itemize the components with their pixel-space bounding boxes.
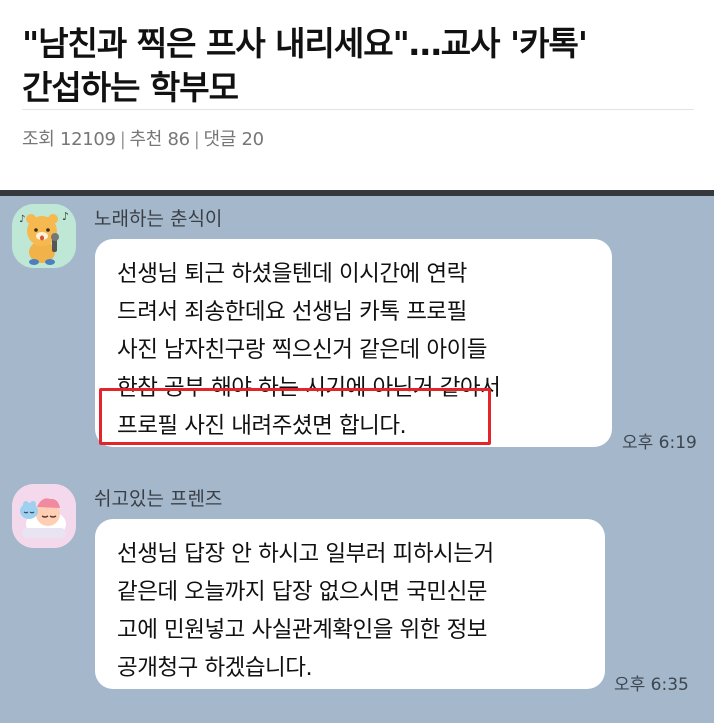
message-line: 사진 남자친구랑 찍으신거 같은데 아이들 bbox=[117, 337, 488, 363]
kakaotalk-chat-screenshot: ♪ ♪ 노래하는 춘식이 선생님 퇴근 하셨을텐데 이시간에 연락 드려서 죄송… bbox=[0, 190, 714, 723]
headline-line-1: "남친과 찍은 프사 내리세요"…교사 '카톡' bbox=[22, 24, 588, 63]
stats-separator: | bbox=[119, 129, 126, 150]
message-bubble: 선생님 답장 안 하시고 일부러 피하시는거 같은데 오늘까지 답장 없으시면 … bbox=[95, 519, 605, 689]
views-label: 조회 bbox=[22, 129, 55, 150]
message-line: 드려서 죄송한데요 선생님 카톡 프로필 bbox=[117, 299, 467, 325]
sender-name: 쉬고있는 프렌즈 bbox=[94, 488, 223, 510]
comments-count: 20 bbox=[241, 129, 264, 150]
sender-name: 노래하는 춘식이 bbox=[94, 208, 223, 230]
message-line: 고에 민원넣고 사실관계확인을 위한 정보 bbox=[117, 617, 488, 643]
views-count: 12109 bbox=[59, 129, 116, 150]
svg-text:♪: ♪ bbox=[19, 214, 25, 225]
stats-separator: | bbox=[193, 129, 200, 150]
sleeping-friends-avatar-icon[interactable] bbox=[12, 484, 76, 548]
message-time: 오후 6:35 bbox=[614, 675, 689, 695]
message-time: 오후 6:19 bbox=[622, 433, 697, 453]
article-stats: 조회 12109 | 추천 86 | 댓글 20 bbox=[22, 125, 264, 151]
svg-text:♪: ♪ bbox=[62, 210, 69, 223]
headline-line-2: 간섭하는 학부모 bbox=[22, 68, 239, 107]
message-line: 선생님 답장 안 하시고 일부러 피하시는거 bbox=[117, 541, 494, 567]
header-divider bbox=[22, 109, 694, 110]
recommend-label: 추천 bbox=[129, 129, 163, 150]
chat-top-bar bbox=[0, 190, 714, 196]
recommend-count: 86 bbox=[167, 129, 190, 150]
choonsik-singing-avatar-icon[interactable]: ♪ ♪ bbox=[12, 204, 76, 268]
message-line: 선생님 퇴근 하셨을텐데 이시간에 연락 bbox=[117, 261, 467, 287]
message-line: 공개청구 하겠습니다. bbox=[117, 655, 313, 681]
red-highlight-box bbox=[99, 388, 491, 445]
article-headline: "남친과 찍은 프사 내리세요"…교사 '카톡' 간섭하는 학부모 bbox=[22, 22, 702, 110]
comments-label: 댓글 bbox=[203, 129, 237, 150]
message-line: 같은데 오늘까지 답장 없으시면 국민신문 bbox=[117, 579, 488, 605]
